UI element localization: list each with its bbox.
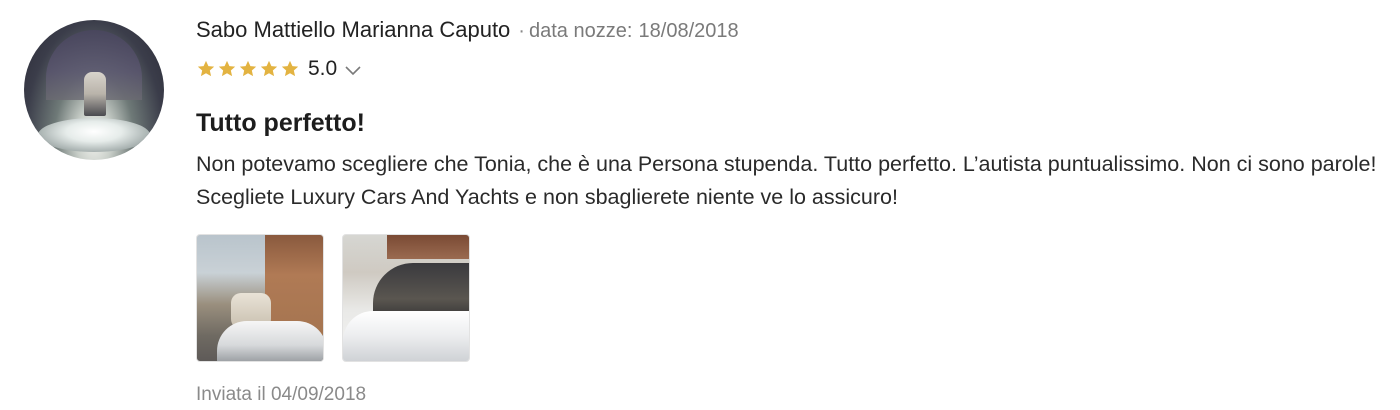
rating-stars — [196, 59, 300, 79]
review-photos — [196, 234, 470, 362]
photo-building — [265, 235, 323, 335]
author-name[interactable]: Sabo Mattiello Marianna Caputo — [196, 17, 510, 42]
photo-building — [387, 235, 469, 259]
rating-value: 5.0 — [308, 57, 338, 80]
chevron-down-icon[interactable] — [343, 64, 363, 78]
review-title: Tutto perfetto! — [196, 109, 365, 137]
photo-car — [217, 321, 323, 361]
photo-car-hood — [343, 311, 469, 361]
star-icon — [239, 60, 257, 77]
reviewer-avatar[interactable] — [24, 20, 164, 160]
avatar-fountain — [38, 118, 150, 152]
header-separator: · — [518, 20, 525, 42]
rating[interactable]: 5.0 — [196, 54, 363, 84]
review-header: Sabo Mattiello Marianna Caputo · data nozz… — [196, 16, 739, 45]
sent-date: Inviata il 04/09/2018 — [196, 384, 367, 405]
star-icon — [260, 60, 278, 77]
star-icon — [218, 60, 236, 77]
star-icon — [281, 60, 299, 77]
star-icon — [197, 60, 215, 77]
review-photo-thumbnail[interactable] — [342, 234, 470, 362]
avatar-couple — [84, 72, 106, 116]
wedding-date-label: data nozze: — [528, 20, 633, 42]
review-body: Non potevamo scegliere che Tonia, che è … — [196, 152, 1377, 209]
review-photo-thumbnail[interactable] — [196, 234, 324, 362]
wedding-date: 18/08/2018 — [638, 20, 739, 42]
